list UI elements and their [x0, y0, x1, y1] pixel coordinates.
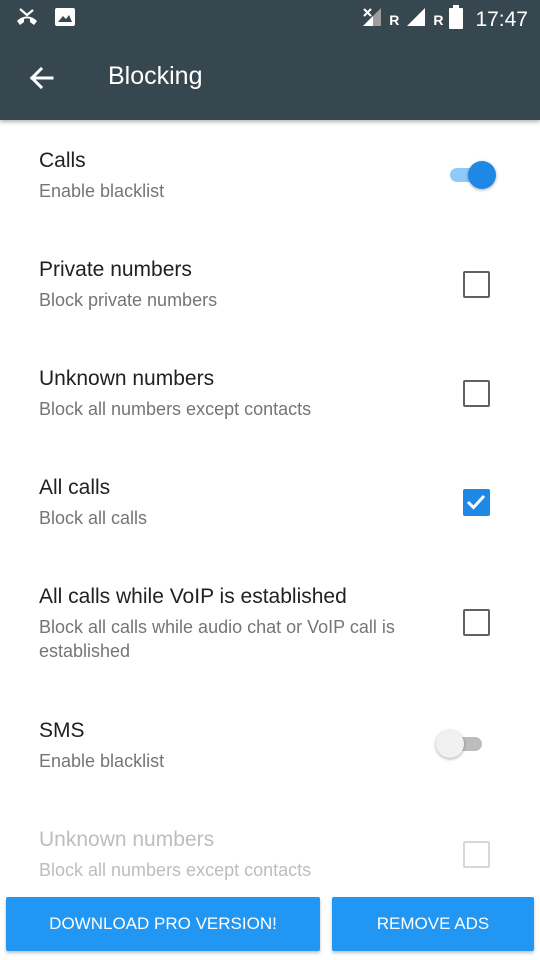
checkmark-icon — [466, 494, 486, 510]
switch-thumb — [436, 730, 464, 758]
setting-summary: Block all calls — [39, 508, 148, 528]
setting-all-calls[interactable]: All calls Block all calls — [0, 473, 540, 553]
clock: 17:47 — [475, 8, 528, 31]
setting-summary: Block all numbers except contacts — [39, 399, 312, 419]
app-toolbar: Blocking — [0, 36, 540, 120]
switch-thumb — [468, 161, 496, 189]
unknown-numbers-checkbox[interactable] — [463, 380, 490, 407]
missed-call-icon — [14, 6, 40, 35]
setting-summary: Block all calls while audio chat or VoIP… — [39, 617, 395, 661]
battery-icon — [449, 5, 464, 35]
setting-sms-unknown-numbers: Unknown numbers Block all numbers except… — [0, 825, 540, 905]
image-icon — [54, 6, 76, 35]
setting-title: Private numbers — [39, 258, 192, 281]
setting-private-numbers[interactable]: Private numbers Block private numbers — [0, 255, 540, 335]
arrow-back-icon[interactable] — [26, 62, 58, 94]
setting-title: Unknown numbers — [39, 367, 215, 390]
voip-calls-checkbox[interactable] — [463, 609, 490, 636]
setting-title: Calls — [39, 149, 86, 172]
setting-title: Unknown numbers — [39, 828, 215, 851]
status-bar: R R 17:47 — [0, 0, 540, 36]
setting-title: SMS — [39, 719, 85, 742]
sms-unknown-numbers-checkbox — [463, 841, 490, 868]
setting-sms[interactable]: SMS Enable blacklist — [0, 716, 540, 796]
signal-icon — [361, 6, 383, 34]
setting-all-calls-voip[interactable]: All calls while VoIP is established Bloc… — [0, 582, 540, 692]
roaming-label: R — [389, 12, 400, 28]
download-pro-button[interactable]: DOWNLOAD PRO VERSION! — [6, 897, 320, 951]
roaming-label: R — [433, 12, 444, 28]
setting-title: All calls while VoIP is established — [39, 585, 347, 608]
sms-toggle[interactable] — [436, 729, 484, 758]
calls-toggle[interactable] — [446, 160, 496, 189]
setting-calls[interactable]: Calls Enable blacklist — [0, 146, 540, 226]
setting-summary: Block private numbers — [39, 290, 218, 310]
setting-summary: Enable blacklist — [39, 181, 165, 201]
page-title: Blocking — [108, 62, 203, 90]
setting-summary: Enable blacklist — [39, 751, 165, 771]
all-calls-checkbox[interactable] — [463, 489, 490, 516]
setting-unknown-numbers[interactable]: Unknown numbers Block all numbers except… — [0, 364, 540, 444]
setting-title: All calls — [39, 476, 111, 499]
signal-icon — [405, 6, 427, 34]
private-numbers-checkbox[interactable] — [463, 271, 490, 298]
remove-ads-button[interactable]: REMOVE ADS — [332, 897, 534, 951]
setting-summary: Block all numbers except contacts — [39, 860, 312, 880]
